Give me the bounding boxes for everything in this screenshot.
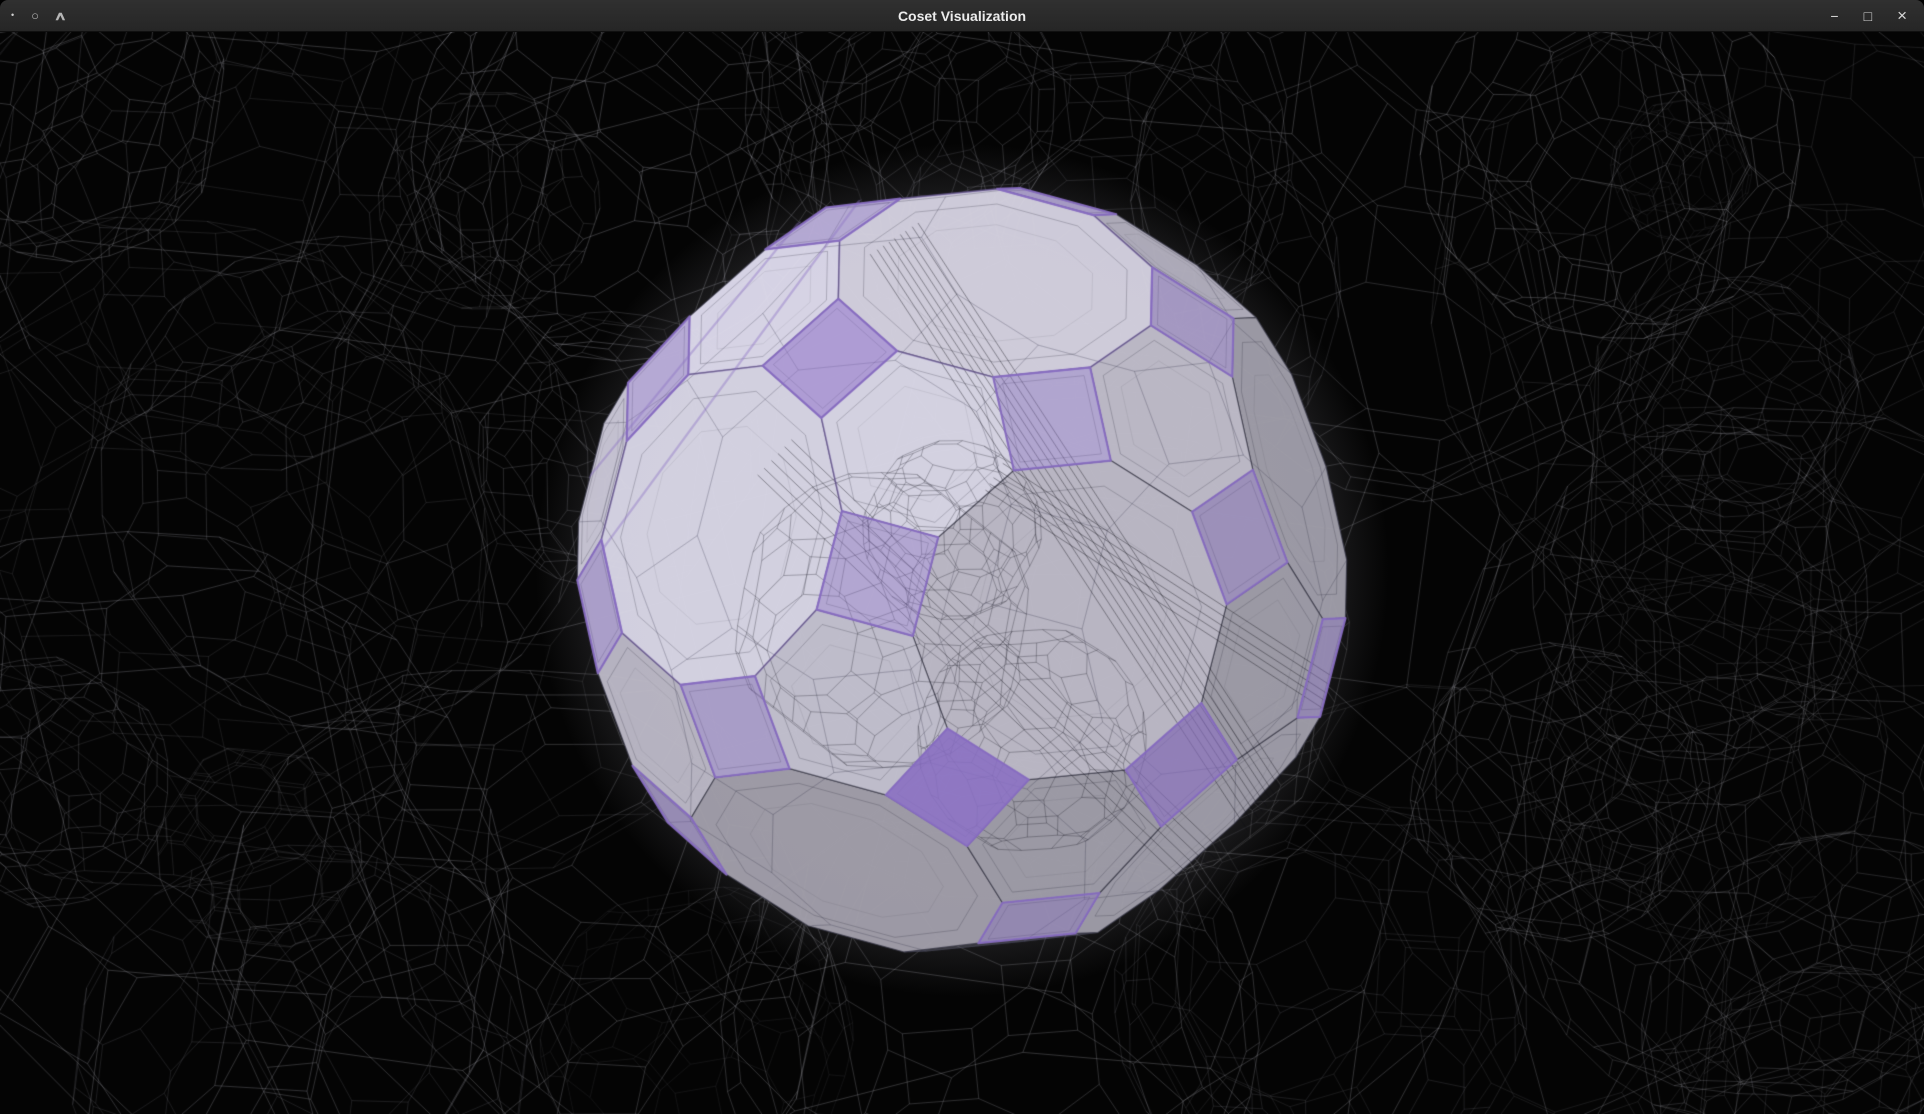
window-controls: − □ × — [1830, 7, 1924, 24]
status-dot-icon: • — [11, 11, 14, 20]
app-window: • ○ ∧ Coset Visualization − □ × — [0, 0, 1924, 1114]
record-circle-icon[interactable]: ○ — [31, 9, 39, 22]
close-button[interactable]: × — [1897, 7, 1907, 24]
minimize-button[interactable]: − — [1830, 9, 1838, 23]
visualization-canvas[interactable] — [0, 32, 1924, 1114]
titlebar: • ○ ∧ Coset Visualization − □ × — [0, 0, 1924, 32]
window-title: Coset Visualization — [0, 8, 1924, 24]
maximize-button[interactable]: □ — [1864, 9, 1872, 23]
caret-up-icon[interactable]: ∧ — [54, 10, 67, 22]
titlebar-left-icons: • ○ ∧ — [0, 9, 65, 22]
